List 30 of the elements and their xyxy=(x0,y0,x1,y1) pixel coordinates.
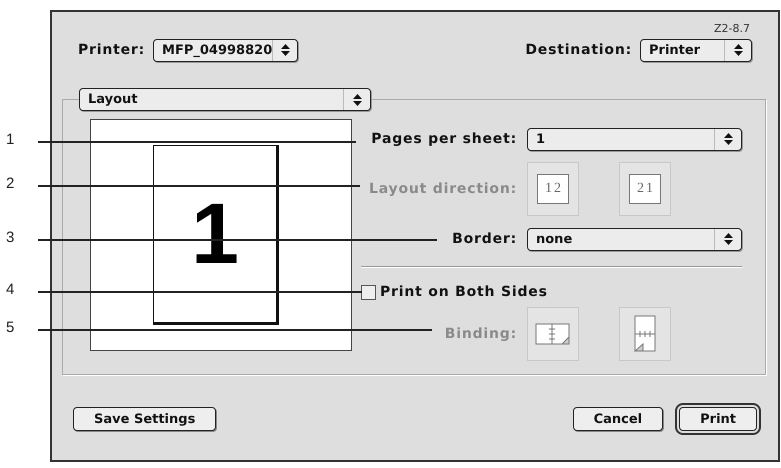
dialog-button[interactable]: Cancel xyxy=(572,407,664,431)
up-down-arrows-icon xyxy=(724,133,732,145)
printer-model-select[interactable]: MFP_04998820 xyxy=(153,38,298,62)
destination-label: Destination: xyxy=(525,42,632,58)
binding-page-icon xyxy=(633,315,657,353)
checkbox-label: Print on Both Sides xyxy=(380,284,548,300)
up-down-arrows-icon xyxy=(352,94,362,106)
setting-select[interactable]: 1 xyxy=(527,128,742,150)
printer-label: Printer: xyxy=(78,42,146,58)
page-order-icon: 1 2 xyxy=(537,174,569,204)
up-down-arrows-icon xyxy=(280,44,290,56)
binding-page-icon xyxy=(535,321,571,347)
page-order-icon: 2 1 xyxy=(629,174,661,204)
panel-select[interactable]: Layout xyxy=(79,88,371,111)
destination-select[interactable]: Printer xyxy=(640,38,752,62)
callout-number: 5 xyxy=(6,319,14,336)
dialog-button[interactable]: Save Settings xyxy=(73,407,216,431)
version-label: Z2-8.7 xyxy=(714,22,750,36)
setting-label: Pages per sheet: xyxy=(371,131,517,147)
callout-number: 3 xyxy=(6,229,14,246)
checkbox[interactable] xyxy=(361,284,376,300)
callout-number: 1 xyxy=(6,131,14,148)
setting-label: Binding: xyxy=(444,326,517,342)
up-down-arrows-icon xyxy=(734,44,742,56)
setting-label: Layout direction: xyxy=(368,181,517,197)
setting-select[interactable]: none xyxy=(527,228,742,250)
callout-number: 2 xyxy=(6,175,14,192)
callout-number: 4 xyxy=(6,281,14,298)
up-down-arrows-icon xyxy=(724,233,732,245)
setting-label: Border: xyxy=(452,231,517,247)
